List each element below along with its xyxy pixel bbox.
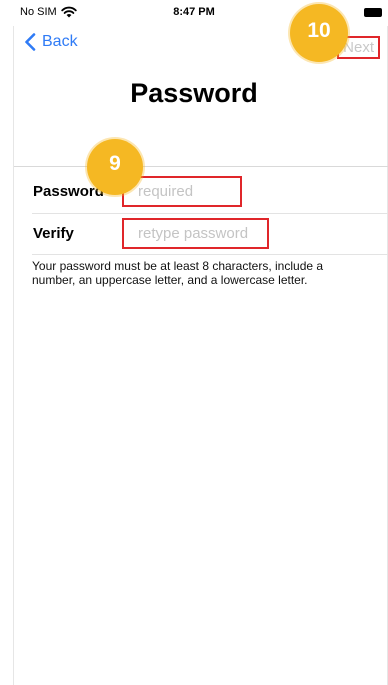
step-badge-10: 10 (290, 4, 348, 62)
step-badge-9: 9 (87, 139, 143, 195)
form-divider-bottom (32, 254, 388, 255)
chevron-left-icon (25, 33, 36, 51)
password-input[interactable] (122, 176, 242, 207)
password-screen: No SIM 8:47 PM Back Next Password Passwo… (0, 0, 388, 685)
form-divider-top (14, 166, 388, 167)
password-requirements-text: Your password must be at least 8 charact… (32, 259, 324, 287)
page-title: Password (130, 78, 258, 108)
battery-icon (364, 8, 382, 17)
form-row-divider (32, 213, 388, 214)
verify-label: Verify (33, 225, 74, 242)
frame-border-left (13, 26, 14, 685)
back-label: Back (42, 33, 78, 50)
verify-password-input[interactable] (122, 218, 269, 249)
back-button[interactable]: Back (24, 33, 78, 51)
